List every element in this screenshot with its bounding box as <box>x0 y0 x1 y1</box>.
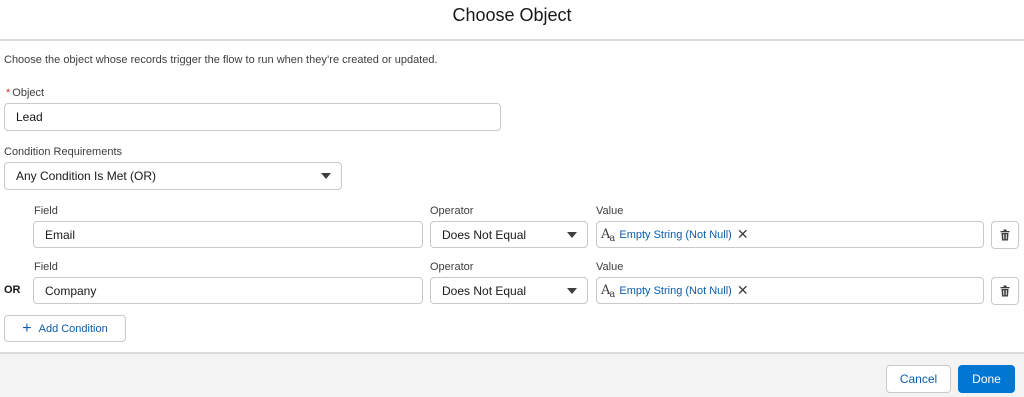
condition-1-field-value: Email <box>45 227 76 242</box>
condition-2-operator-select[interactable]: Does Not Equal <box>430 277 588 304</box>
add-condition-label: Add Condition <box>38 322 108 335</box>
object-input-value: Lead <box>16 110 43 124</box>
chevron-down-icon <box>567 231 577 238</box>
modal-title: Choose Object <box>452 5 572 25</box>
condition-1-operator-label: Operator <box>430 205 474 217</box>
modal-footer: Cancel Done <box>0 352 1024 397</box>
condition-1-value-pill-label: Empty String (Not Null) <box>619 228 732 241</box>
condition-requirements-label: Condition Requirements <box>4 146 123 158</box>
condition-2-or-prefix: OR <box>4 284 21 296</box>
modal-description: Choose the object whose records trigger … <box>4 54 438 66</box>
object-label: * Object <box>6 87 44 99</box>
trash-icon <box>1000 229 1010 241</box>
condition-2-operator-value: Does Not Equal <box>442 283 527 298</box>
condition-2-value-pill-label: Empty String (Not Null) <box>619 284 732 297</box>
remove-x-icon[interactable]: ✕ <box>737 282 749 299</box>
chevron-down-icon <box>567 287 577 294</box>
condition-1-field-input[interactable]: Email <box>33 221 423 248</box>
cancel-button[interactable]: Cancel <box>886 365 951 393</box>
done-button[interactable]: Done <box>958 365 1015 393</box>
condition-1-delete-button[interactable] <box>991 221 1019 249</box>
modal-header: Choose Object <box>0 0 1024 41</box>
object-input[interactable]: Lead <box>4 103 501 131</box>
condition-1-field-label: Field <box>34 205 58 217</box>
condition-2-delete-button[interactable] <box>991 277 1019 305</box>
condition-2-operator-label: Operator <box>430 261 474 273</box>
condition-2-value-label: Value <box>596 261 624 273</box>
condition-1-operator-value: Does Not Equal <box>442 227 527 242</box>
condition-1-value-label: Value <box>596 205 624 217</box>
condition-1-value-pill[interactable]: Aa Empty String (Not Null) ✕ <box>601 225 749 245</box>
text-type-icon: Aa <box>601 227 615 244</box>
condition-1-value-input[interactable]: Aa Empty String (Not Null) ✕ <box>596 221 984 248</box>
condition-2-value-pill[interactable]: Aa Empty String (Not Null) ✕ <box>601 281 749 301</box>
condition-2-value-input[interactable]: Aa Empty String (Not Null) ✕ <box>596 277 984 304</box>
text-type-icon: Aa <box>601 283 615 300</box>
object-label-text: Object <box>12 87 45 99</box>
condition-2-field-label: Field <box>34 261 58 273</box>
required-marker: * <box>6 87 11 99</box>
add-condition-button[interactable]: + Add Condition <box>4 315 126 342</box>
condition-requirements-value: Any Condition Is Met (OR) <box>16 169 157 183</box>
trash-icon <box>1000 285 1010 297</box>
condition-1-operator-select[interactable]: Does Not Equal <box>430 221 588 248</box>
condition-2-field-input[interactable]: Company <box>33 277 423 304</box>
chevron-down-icon <box>321 173 331 179</box>
plus-icon: + <box>22 319 32 337</box>
remove-x-icon[interactable]: ✕ <box>737 226 749 243</box>
condition-requirements-select[interactable]: Any Condition Is Met (OR) <box>4 162 342 190</box>
condition-2-field-value: Company <box>45 283 97 298</box>
